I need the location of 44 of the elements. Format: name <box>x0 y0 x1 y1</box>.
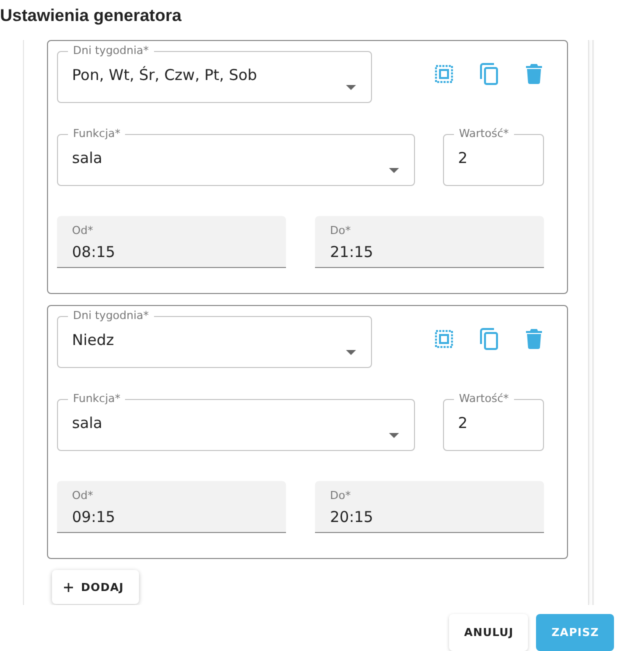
caret-icon <box>389 168 399 173</box>
select-all-icon[interactable] <box>434 328 454 350</box>
field-value: 08:15 <box>72 243 116 261</box>
caret-icon <box>346 350 356 355</box>
cancel-button[interactable]: ANULUJ <box>449 614 528 651</box>
field-label: Od* <box>72 489 94 502</box>
caret-icon <box>346 85 356 90</box>
delete-icon[interactable] <box>524 328 544 350</box>
delete-icon[interactable] <box>524 63 544 85</box>
field-value: Pon, Wt, Śr, Czw, Pt, Sob <box>72 66 258 84</box>
field-value: 2 <box>458 149 469 167</box>
plus-icon <box>64 582 73 592</box>
from-time-field[interactable]: Od* 09:15 <box>57 481 286 533</box>
copy-icon[interactable] <box>479 63 499 85</box>
field-label: Wartość* <box>458 127 510 141</box>
function-select[interactable]: Funkcja* sala <box>57 127 415 186</box>
value-field[interactable]: Wartość* 2 <box>443 392 544 451</box>
field-label: Dni tygodnia* <box>72 309 150 323</box>
days-select[interactable]: Dni tygodnia* Pon, Wt, Śr, Czw, Pt, Sob <box>57 44 372 103</box>
copy-icon[interactable] <box>479 328 499 350</box>
field-label: Do* <box>330 489 352 502</box>
field-value: Niedz <box>72 331 116 349</box>
field-value: 20:15 <box>330 508 374 526</box>
to-time-field[interactable]: Do* 20:15 <box>315 481 544 533</box>
select-all-icon[interactable] <box>434 63 454 85</box>
field-label: Funkcja* <box>72 127 122 141</box>
caret-icon <box>389 433 399 438</box>
field-label: Dni tygodnia* <box>72 44 150 58</box>
value-field[interactable]: Wartość* 2 <box>443 127 544 186</box>
field-value: 2 <box>458 414 469 432</box>
field-value: sala <box>72 149 104 167</box>
add-button[interactable]: DODAJ <box>52 570 139 604</box>
field-value: sala <box>72 414 104 432</box>
dialog-title: Ustawienia generatora <box>0 5 182 27</box>
field-label: Od* <box>72 224 94 237</box>
to-time-field[interactable]: Do* 21:15 <box>315 216 544 268</box>
field-label: Do* <box>330 224 352 237</box>
field-value: 21:15 <box>330 243 374 261</box>
field-value: 09:15 <box>72 508 116 526</box>
days-select[interactable]: Dni tygodnia* Niedz <box>57 309 372 368</box>
function-select[interactable]: Funkcja* sala <box>57 392 415 451</box>
from-time-field[interactable]: Od* 08:15 <box>57 216 286 268</box>
field-label: Funkcja* <box>72 392 122 406</box>
field-label: Wartość* <box>458 392 510 406</box>
